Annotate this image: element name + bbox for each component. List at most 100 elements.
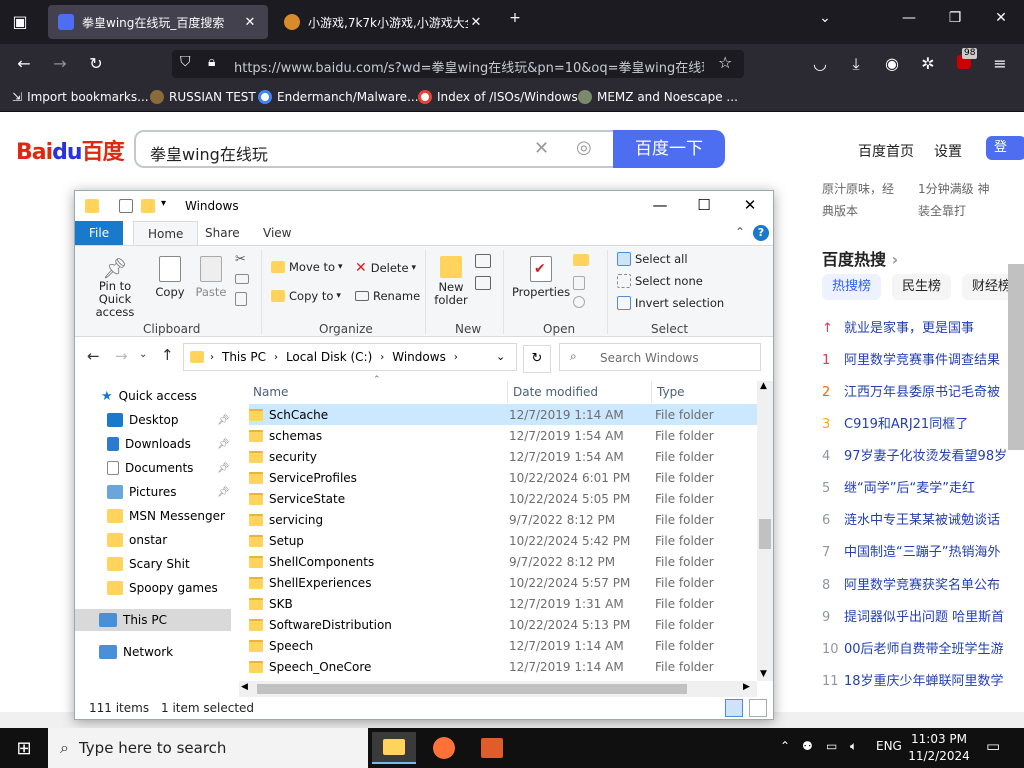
taskbar-app[interactable]	[470, 732, 514, 764]
pocket-icon[interactable]: ◡	[808, 52, 832, 76]
back-icon[interactable]: ←	[12, 52, 36, 76]
hot-item[interactable]: 5 继“両学”后“麦学”走红	[822, 477, 1022, 496]
breadcrumb-windows[interactable]: Windows	[392, 350, 446, 364]
breadcrumb-chevron-icon[interactable]: ›	[274, 352, 278, 363]
hot-item[interactable]: 4 97岁妻子化妆烫发看望98岁	[822, 445, 1022, 464]
login-button[interactable]: 登	[986, 136, 1024, 160]
tab-baidu[interactable]: 拳皇wing在线玩_百度搜索 ✕	[48, 5, 268, 39]
scrollbar-thumb[interactable]	[257, 684, 687, 694]
new-item-icon[interactable]	[475, 254, 491, 268]
cut-icon[interactable]: ✂	[235, 252, 246, 267]
back-icon[interactable]: ←	[87, 347, 100, 365]
bookmark-import[interactable]: ⇲ Import bookmarks...	[12, 90, 149, 104]
nav-this-pc[interactable]: This PC	[75, 609, 231, 631]
breadcrumb-chevron-icon[interactable]: ›	[380, 352, 384, 363]
properties-quick-icon[interactable]	[119, 199, 133, 213]
large-icons-view-icon[interactable]	[749, 699, 767, 717]
collapse-ribbon-icon[interactable]: ⌃	[735, 225, 745, 239]
select-all-button[interactable]: Select all	[617, 252, 688, 266]
open-icon[interactable]	[573, 254, 589, 266]
tab-overflow-chevron-icon[interactable]: ⌄	[810, 10, 840, 26]
people-icon[interactable]: ⚉	[802, 739, 813, 753]
network-icon[interactable]: ▭	[826, 739, 837, 753]
close-window-icon[interactable]: ✕	[986, 10, 1016, 26]
hot-item[interactable]: 6 涟水中专王某某被诫勉谈话	[822, 509, 1022, 528]
copy-button[interactable]: Copy	[153, 256, 187, 299]
tab-file[interactable]: File	[75, 221, 124, 245]
file-row[interactable]: ShellComponents 9/7/2022 8:12 PM File fold…	[249, 551, 757, 572]
scroll-up-icon[interactable]: ▲	[760, 381, 767, 391]
downloads-icon[interactable]: ⤓	[844, 52, 868, 76]
nav-scary-shit[interactable]: Scary Shit	[107, 553, 190, 575]
new-tab-icon[interactable]: +	[500, 10, 530, 26]
select-none-button[interactable]: Select none	[617, 274, 703, 288]
bookmark-star-icon[interactable]: ☆	[718, 53, 732, 72]
column-divider[interactable]	[507, 381, 508, 403]
breadcrumb-chevron-icon[interactable]: ›	[210, 352, 214, 363]
breadcrumb-chevron-icon[interactable]: ›	[454, 352, 458, 363]
file-row[interactable]: security 12/7/2019 1:54 AM File folder	[249, 446, 757, 467]
details-view-icon[interactable]	[725, 699, 743, 717]
hot-search-header[interactable]: 百度热搜 ›	[822, 246, 898, 270]
move-to-button[interactable]: Move to ▾	[271, 260, 343, 274]
tab-livelihood[interactable]: 民生榜	[892, 274, 952, 300]
rename-button[interactable]: Rename	[355, 289, 420, 303]
breadcrumb-local-disk[interactable]: Local Disk (C:)	[286, 350, 372, 364]
start-button[interactable]: ⊞	[2, 732, 46, 764]
paste-shortcut-icon[interactable]	[235, 292, 247, 306]
scroll-right-icon[interactable]: ▶	[743, 682, 750, 692]
easy-access-icon[interactable]	[475, 276, 491, 290]
file-row[interactable]: SKB 12/7/2019 1:31 AM File folder	[249, 593, 757, 614]
history-icon[interactable]	[573, 296, 585, 308]
extensions-icon[interactable]: ✲	[916, 52, 940, 76]
close-tab-icon[interactable]: ✕	[242, 15, 258, 30]
tab-7k7k[interactable]: 小游戏,7k7k小游戏,小游戏大全, ✕	[274, 5, 494, 39]
copy-to-button[interactable]: Copy to ▾	[271, 289, 341, 303]
minimize-icon[interactable]: —	[894, 10, 924, 26]
nav-quick-access[interactable]: ★ Quick access	[101, 385, 197, 407]
show-hidden-icons-icon[interactable]: ⌃	[780, 739, 790, 753]
hot-item[interactable]: ↑ 就业是家事，更是国事	[822, 317, 1022, 336]
hot-item[interactable]: 2 江西万年县委原书记毛奇被	[822, 381, 1022, 400]
volume-icon[interactable]: 🔈︎	[850, 739, 857, 754]
tab-home[interactable]: Home	[133, 221, 199, 245]
vertical-scrollbar[interactable]: ▲ ▼	[757, 381, 773, 681]
tab-list-icon[interactable]: ▣	[8, 10, 32, 34]
search-windows-field[interactable]: ⌕ Search Windows	[559, 343, 761, 371]
close-icon[interactable]: ✕	[735, 196, 765, 214]
close-tab-icon[interactable]: ✕	[468, 15, 484, 30]
properties-button[interactable]: ✔ Properties	[511, 256, 571, 299]
scrollbar-thumb[interactable]	[759, 519, 771, 549]
column-name[interactable]: Name	[253, 385, 288, 399]
nav-spoopy-games[interactable]: Spoopy games	[107, 577, 218, 599]
settings-link[interactable]: 设置	[934, 141, 962, 161]
pin-quick-access-button[interactable]: 📌︎ Pin to Quick access	[81, 256, 149, 319]
hot-item[interactable]: 7 中国制造“三蹦子”热销海外	[822, 541, 1022, 560]
account-icon[interactable]: ◉	[880, 52, 904, 76]
baidu-home-link[interactable]: 百度首页	[858, 141, 914, 161]
up-icon[interactable]: ↑	[161, 346, 174, 364]
invert-selection-button[interactable]: Invert selection	[617, 296, 724, 310]
scroll-down-icon[interactable]: ▼	[760, 669, 767, 679]
address-dropdown-icon[interactable]: ⌄	[496, 350, 505, 363]
taskbar-file-explorer[interactable]	[372, 732, 416, 764]
file-row[interactable]: schemas 12/7/2019 1:54 AM File folder	[249, 425, 757, 446]
language-indicator[interactable]: ENG	[876, 739, 902, 753]
horizontal-scrollbar[interactable]: ◀ ▶	[239, 681, 757, 697]
new-folder-button[interactable]: New folder	[431, 256, 471, 307]
new-folder-quick-icon[interactable]	[141, 199, 155, 213]
bookmark-memz[interactable]: MEMZ and Noescape ...	[578, 90, 738, 104]
nav-msn-messenger[interactable]: MSN Messenger	[107, 505, 225, 527]
edit-icon[interactable]	[573, 276, 585, 290]
file-row[interactable]: Setup 10/22/2024 5:42 PM File folder	[249, 530, 757, 551]
forward-icon[interactable]: →	[48, 52, 72, 76]
tab-view[interactable]: View	[249, 221, 305, 245]
recent-locations-icon[interactable]: ⌄	[139, 349, 147, 360]
file-row[interactable]: ServiceProfiles 10/22/2024 6:01 PM File fo…	[249, 467, 757, 488]
quick-access-toolbar-dropdown-icon[interactable]: ▾	[161, 198, 166, 209]
nav-network[interactable]: Network	[99, 641, 173, 663]
hamburger-menu-icon[interactable]: ≡	[988, 52, 1012, 76]
maximize-icon[interactable]: ☐	[689, 196, 719, 214]
bookmark-isos[interactable]: Index of /ISOs/Windows	[418, 90, 578, 104]
file-row[interactable]: ServiceState 10/22/2024 5:05 PM File folde…	[249, 488, 757, 509]
